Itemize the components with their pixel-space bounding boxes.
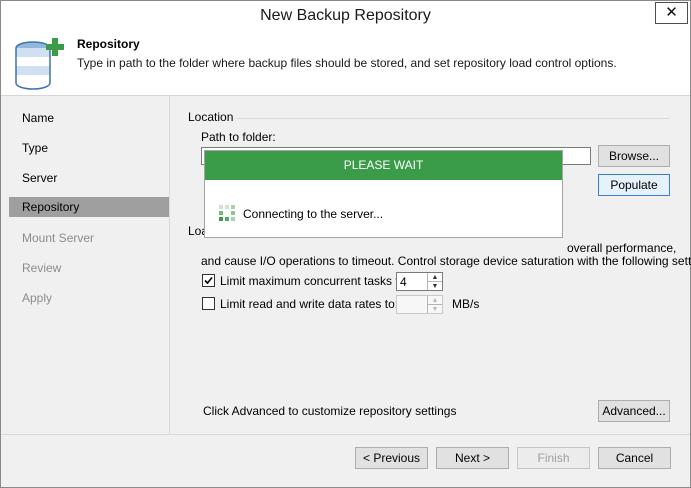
step-review: Review bbox=[22, 261, 62, 275]
limit-tasks-label: Limit maximum concurrent tasks to: bbox=[220, 274, 409, 288]
stepper-down-arrow-icon: ▼ bbox=[431, 305, 439, 313]
page-description: Type in path to the folder where backup … bbox=[77, 56, 617, 70]
stepper-buttons: ▲ ▼ bbox=[427, 296, 442, 313]
step-type[interactable]: Type bbox=[9, 138, 169, 158]
finish-button: Finish bbox=[517, 447, 590, 469]
limit-rate-label: Limit read and write data rates to: bbox=[220, 297, 399, 311]
advanced-hint: Click Advanced to customize repository s… bbox=[203, 404, 457, 418]
path-label: Path to folder: bbox=[201, 130, 276, 144]
limit-tasks-value: 4 bbox=[400, 275, 407, 289]
footer-divider bbox=[1, 434, 690, 435]
load-control-description-line2: and cause I/O operations to timeout. Con… bbox=[201, 254, 691, 268]
checkmark-icon bbox=[204, 276, 213, 285]
stepper-up-arrow-icon: ▲ bbox=[428, 296, 442, 305]
limit-rate-checkbox[interactable] bbox=[202, 297, 215, 310]
database-add-icon bbox=[15, 38, 64, 90]
loading-spinner-icon bbox=[219, 205, 235, 221]
please-wait-dialog: PLEASE WAIT Connecting to the server... bbox=[204, 150, 563, 238]
location-group-label: Location bbox=[188, 110, 234, 124]
close-button[interactable]: ✕ bbox=[655, 2, 688, 24]
please-wait-title: PLEASE WAIT bbox=[205, 151, 562, 180]
stepper-buttons: ▲ ▼ bbox=[427, 273, 442, 290]
populate-button[interactable]: Populate bbox=[598, 174, 670, 196]
location-group-divider bbox=[236, 118, 670, 119]
step-name[interactable]: Name bbox=[9, 108, 169, 128]
title-bar: New Backup Repository ✕ bbox=[1, 1, 690, 32]
step-repository[interactable]: Repository bbox=[9, 197, 169, 217]
cancel-button[interactable]: Cancel bbox=[598, 447, 671, 469]
limit-rate-stepper: ▲ ▼ bbox=[396, 295, 443, 314]
page-header: Repository Type in path to the folder wh… bbox=[1, 32, 690, 96]
step-mount-server: Mount Server bbox=[22, 231, 95, 245]
load-control-description-line1: overall performance, bbox=[567, 241, 677, 255]
advanced-button[interactable]: Advanced... bbox=[598, 400, 670, 422]
rate-unit-label: MB/s bbox=[452, 297, 480, 311]
stepper-up-arrow-icon[interactable]: ▲ bbox=[428, 273, 442, 282]
wizard-steps: Name Type Server Repository Mount Server… bbox=[1, 96, 169, 434]
window-title: New Backup Repository bbox=[260, 7, 431, 24]
limit-tasks-checkbox[interactable] bbox=[202, 274, 215, 287]
page-title: Repository bbox=[77, 37, 140, 51]
step-server[interactable]: Server bbox=[9, 168, 169, 188]
step-apply: Apply bbox=[22, 291, 53, 305]
please-wait-message: Connecting to the server... bbox=[243, 207, 384, 221]
stepper-down-arrow-icon[interactable]: ▼ bbox=[428, 282, 442, 291]
browse-button[interactable]: Browse... bbox=[598, 145, 670, 167]
dialog-window: New Backup Repository ✕ Repository Type … bbox=[0, 0, 691, 488]
limit-tasks-stepper[interactable]: 4 ▲ ▼ bbox=[396, 272, 443, 291]
repository-settings: Location Path to folder: Browse... Popul… bbox=[170, 96, 691, 434]
next-button[interactable]: Next > bbox=[436, 447, 509, 469]
previous-button[interactable]: < Previous bbox=[355, 447, 428, 469]
